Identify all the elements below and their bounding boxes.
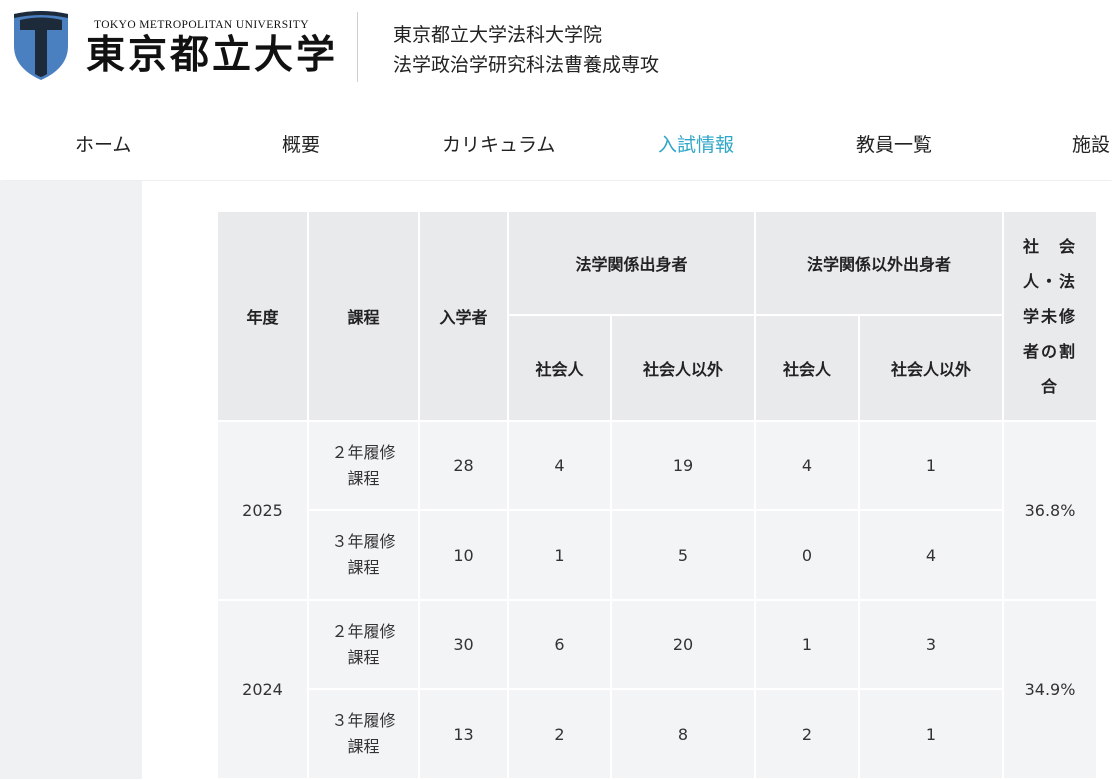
header-ratio-line: 者の割 (1022, 341, 1077, 361)
cell-year: 2024 (216, 599, 309, 780)
cell-law-adult: 2 (507, 688, 612, 780)
cell-entrants: 10 (418, 509, 509, 601)
logo-japanese-name: 東京都立大学 (86, 33, 339, 78)
cell-nonlaw-other: 1 (858, 420, 1004, 511)
cell-law-other: 8 (610, 688, 756, 780)
table-row: 2025 ２年履修 課程 28 4 19 4 1 36.8% (216, 420, 1098, 601)
table-row: ３年履修 課程 13 2 8 2 1 (217, 688, 1097, 780)
main-content: 年度 課程 入学者 法学関係出身者 法学関係以外出身者 社 会 人・法 学未修 … (0, 181, 1112, 780)
header-divider (357, 12, 358, 82)
cell-entrants: 30 (418, 599, 509, 690)
site-subtitle: 東京都立大学法科大学院 法学政治学研究科法曹養成専攻 (393, 20, 659, 80)
nav-item-curriculum[interactable]: カリキュラム (442, 130, 555, 157)
course-line-2: 課程 (347, 468, 380, 488)
cell-nonlaw-other: 1 (858, 688, 1004, 780)
course-line-1: ３年履修 (331, 711, 396, 730)
cell-law-other: 19 (610, 420, 756, 511)
table-row: 2024 ２年履修 課程 30 6 20 1 3 34.9% (216, 599, 1098, 780)
cell-nonlaw-other: 3 (858, 599, 1004, 690)
cell-nonlaw-adult: 2 (754, 688, 860, 780)
header-law-working-adult: 社会人 (507, 314, 612, 422)
header-law-non-working-adult: 社会人以外 (610, 314, 756, 422)
course-line-2: 課程 (347, 737, 380, 756)
header-law-background: 法学関係出身者 (507, 210, 756, 316)
course-line-1: ３年履修 (331, 532, 396, 551)
subtitle-line-1: 東京都立大学法科大学院 (393, 24, 603, 46)
nav-item-home[interactable]: ホーム (75, 130, 131, 157)
header-nonlaw-non-working-adult: 社会人以外 (858, 314, 1004, 422)
cell-year: 2025 (216, 420, 309, 601)
university-logo[interactable]: TOKYO METROPOLITAN UNIVERSITY 東京都立大学 (12, 10, 335, 84)
cell-law-adult: 6 (507, 599, 612, 690)
header-course: 課程 (307, 210, 420, 422)
header-nonlaw-working-adult: 社会人 (754, 314, 860, 422)
cell-course: ２年履修 課程 (307, 599, 420, 690)
cell-ratio: 36.8% (1002, 420, 1098, 601)
course-line-2: 課程 (347, 647, 380, 667)
cell-law-adult: 1 (507, 509, 612, 601)
shield-icon (14, 11, 68, 80)
header-ratio-line: 人・法 (1022, 271, 1077, 291)
course-line-1: ２年履修 (331, 621, 396, 641)
nav-item-facilities[interactable]: 施設 (1072, 130, 1110, 157)
cell-entrants: 28 (418, 420, 509, 511)
course-line-1: ２年履修 (331, 442, 396, 462)
cell-course: ３年履修 課程 (307, 688, 420, 780)
table-row: ３年履修 課程 10 1 5 0 4 (217, 509, 1097, 601)
header-ratio-line: 社 会 (1022, 236, 1077, 256)
cell-law-other: 20 (610, 599, 756, 690)
cell-nonlaw-adult: 0 (754, 509, 860, 601)
nav-item-faculty[interactable]: 教員一覧 (856, 130, 932, 157)
admissions-stats-table: 年度 課程 入学者 法学関係出身者 法学関係以外出身者 社 会 人・法 学未修 … (216, 210, 1098, 780)
cell-course: ３年履修 課程 (307, 509, 420, 601)
cell-entrants: 13 (418, 688, 509, 780)
left-sidebar-panel (0, 181, 142, 779)
header-ratio: 社 会 人・法 学未修 者の割 合 (1002, 210, 1098, 422)
header-ratio-line: 学未修 (1022, 306, 1077, 326)
nav-item-overview[interactable]: 概要 (282, 130, 320, 157)
global-nav: ホーム 概要 カリキュラム 入試情報 教員一覧 施設 (0, 100, 1112, 180)
logo-english-name: TOKYO METROPOLITAN UNIVERSITY (94, 19, 309, 31)
course-line-2: 課程 (347, 558, 380, 577)
subtitle-line-2: 法学政治学研究科法曹養成専攻 (393, 54, 660, 76)
cell-nonlaw-adult: 4 (754, 420, 860, 511)
header-non-law-background: 法学関係以外出身者 (754, 210, 1004, 316)
header-ratio-line: 合 (1040, 376, 1059, 396)
header-year: 年度 (216, 210, 309, 422)
cell-law-other: 5 (610, 509, 756, 601)
nav-item-admissions[interactable]: 入試情報 (658, 130, 734, 157)
cell-course: ２年履修 課程 (307, 420, 420, 511)
header-entrants: 入学者 (418, 210, 509, 422)
cell-nonlaw-other: 4 (858, 509, 1004, 601)
cell-ratio: 34.9% (1002, 599, 1098, 780)
cell-law-adult: 4 (507, 420, 612, 511)
site-header: TOKYO METROPOLITAN UNIVERSITY 東京都立大学 東京都… (0, 0, 1112, 100)
cell-nonlaw-adult: 1 (754, 599, 860, 690)
